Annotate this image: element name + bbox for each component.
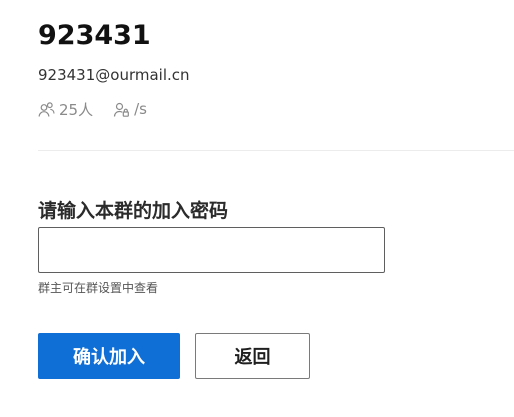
group-email: 923431@ourmail.cn (38, 66, 190, 84)
group-name: 923431 (38, 20, 151, 51)
people-icon (38, 101, 59, 118)
join-group-page: 923431 923431@ourmail.cn 25人 /s 请输入本群的加入… (0, 0, 514, 417)
confirm-join-button[interactable]: 确认加入 (38, 333, 180, 379)
password-hint: 群主可在群设置中查看 (38, 281, 159, 295)
password-label: 请输入本群的加入密码 (38, 200, 229, 222)
rate-value: /s (134, 100, 147, 118)
rate-stat: /s (113, 100, 147, 118)
member-count-stat: 25人 (38, 99, 93, 120)
password-input[interactable] (38, 227, 385, 273)
user-lock-icon (113, 101, 134, 118)
back-button[interactable]: 返回 (195, 333, 310, 379)
section-divider (38, 150, 514, 151)
group-stats: 25人 /s (38, 98, 147, 120)
member-count: 25人 (59, 100, 94, 119)
